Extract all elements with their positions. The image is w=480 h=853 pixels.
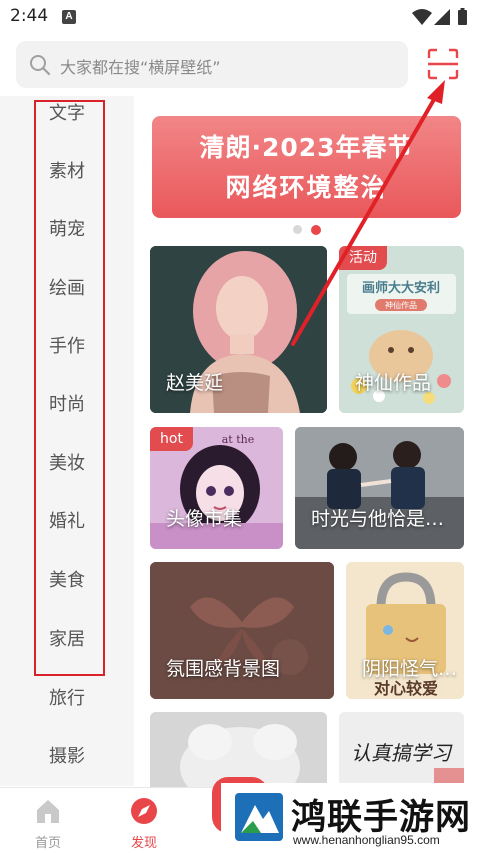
wifi-icon <box>412 9 432 25</box>
search-placeholder: 大家都在搜“横屏壁纸” <box>60 58 221 77</box>
topic-card-avatar-market[interactable]: at the hot 头像市集 <box>150 427 283 549</box>
topic-card-atmosphere-bg[interactable]: 氛围感背景图 <box>150 562 334 699</box>
card-label: 氛围感背景图 <box>166 658 281 680</box>
card-label: 时光与他恰是… <box>311 508 445 530</box>
sticker-text: 对心较爱 <box>374 679 438 698</box>
signal-icon <box>434 9 450 25</box>
pagination-dot <box>293 225 302 234</box>
battery-icon <box>458 10 467 25</box>
nav-discover[interactable]: 发现 <box>114 796 174 851</box>
topic-card-fairy-works[interactable]: 画师大大安利 神仙作品 活动 神仙作品 <box>339 246 464 413</box>
sidebar-item-photography[interactable]: 摄影 <box>0 737 134 777</box>
watermark-logo-icon <box>235 793 283 841</box>
search-icon <box>30 55 51 76</box>
handwriting-text: 认真搞学习 <box>351 741 453 765</box>
search-input[interactable]: 大家都在搜“横屏壁纸” <box>16 41 408 88</box>
poster-subtitle: 神仙作品 <box>385 300 417 310</box>
nav-discover-label: 发现 <box>130 836 157 851</box>
nav-home[interactable]: 首页 <box>18 796 78 851</box>
status-icons <box>412 8 467 25</box>
banner-subtitle: 网络环境整治 <box>225 173 388 202</box>
poster-title: 画师大大安利 <box>362 280 440 296</box>
status-time: 2:44 <box>10 6 49 26</box>
topic-card-time-with-him[interactable]: 时光与他恰是… <box>295 427 464 549</box>
card-thumbnail: 认真搞学习 <box>339 712 464 792</box>
compass-icon <box>131 798 157 824</box>
card-label: 阴阳怪气… <box>362 658 458 680</box>
notification-icon: A <box>62 10 76 24</box>
banner-title: 清朗·2023年春节 <box>199 133 414 162</box>
sidebar-item-travel[interactable]: 旅行 <box>0 679 134 719</box>
watermark-url: www.henanhonglian95.com <box>293 833 440 847</box>
banner-pagination <box>293 225 333 235</box>
promo-banner[interactable]: 清朗·2023年春节 网络环境整治 <box>152 116 461 218</box>
site-watermark: 鸿联手游网 www.henanhonglian95.com <box>221 783 480 853</box>
poster-corner-text: at the <box>222 433 255 446</box>
home-icon <box>37 800 59 823</box>
hot-badge: hot <box>150 427 193 451</box>
activity-badge: 活动 <box>339 246 387 270</box>
card-label: 头像市集 <box>166 508 243 530</box>
topic-card-sarcastic[interactable]: 对心较爱 阴阳怪气… <box>346 562 464 699</box>
topic-card-study[interactable]: 认真搞学习 <box>339 712 464 792</box>
card-label: 赵美延 <box>166 372 224 394</box>
card-label: 神仙作品 <box>355 372 432 394</box>
topic-card-zhao-meiyan[interactable]: 赵美延 <box>150 246 327 413</box>
pagination-dot-active <box>311 225 321 235</box>
sidebar-highlight-box <box>34 100 105 676</box>
status-bar: 2:44 A <box>0 0 480 34</box>
scan-icon[interactable] <box>426 47 460 81</box>
nav-home-label: 首页 <box>34 836 61 851</box>
